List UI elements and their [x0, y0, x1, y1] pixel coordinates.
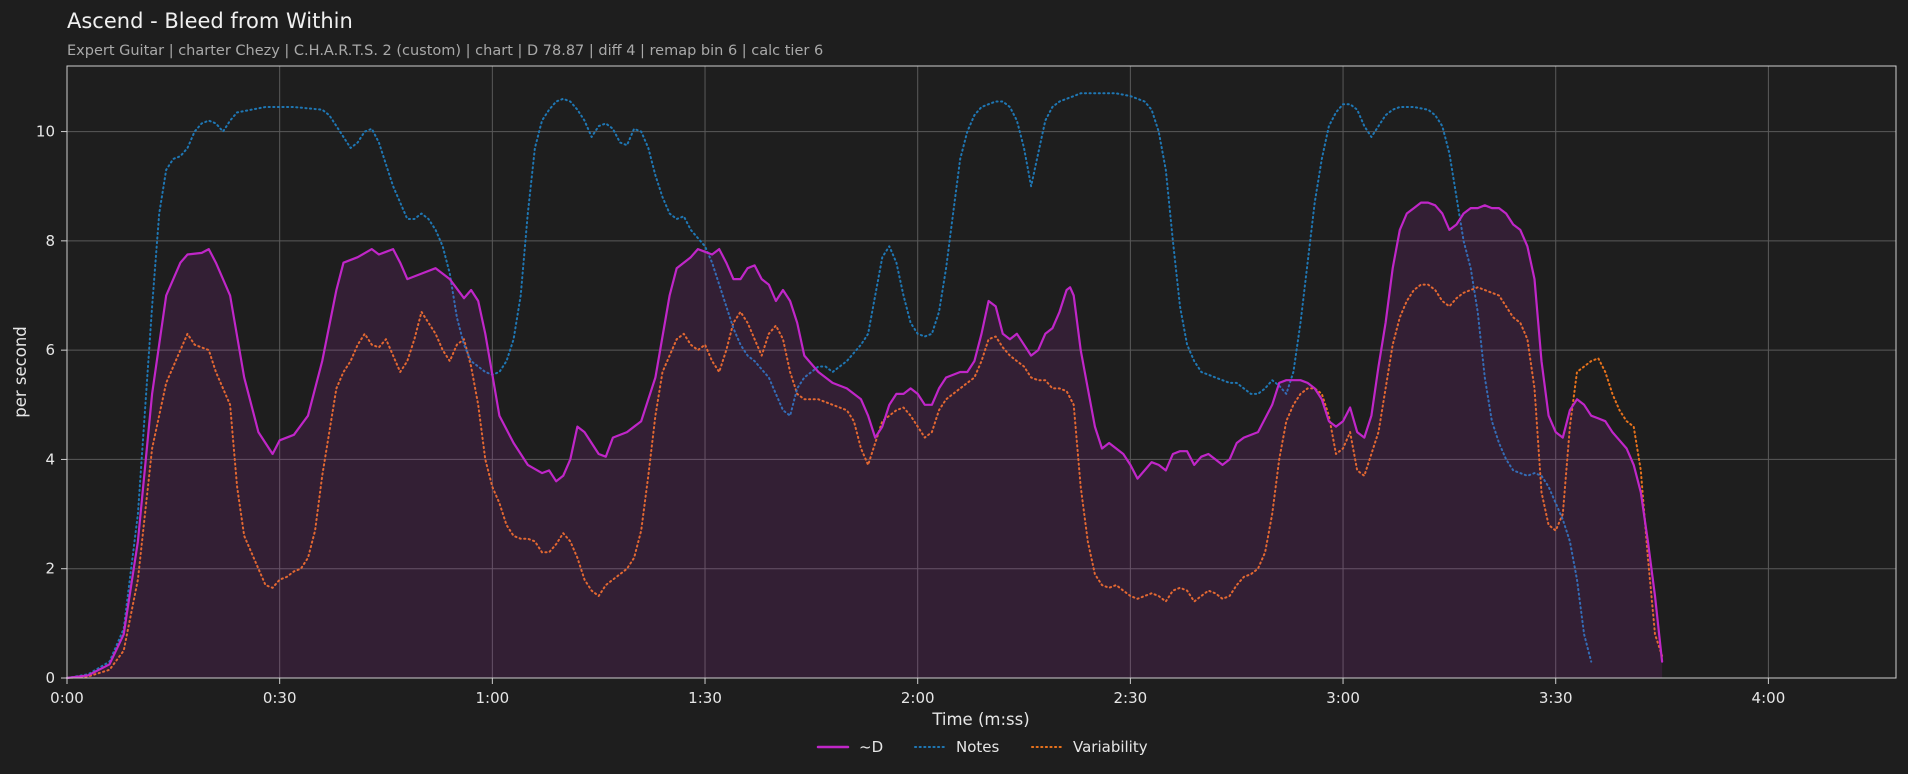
chart-title: Ascend - Bleed from Within	[67, 9, 353, 33]
legend: ~D Notes Variability	[816, 738, 1148, 756]
y-tick-label-5: 10	[36, 123, 55, 141]
x-tick-label-7: 3:30	[1539, 689, 1573, 707]
legend-label-2: Variability	[1073, 738, 1148, 756]
y-axis: 0 2 4 6 8 10	[36, 123, 67, 687]
x-tick-label-4: 2:00	[901, 689, 935, 707]
x-tick-label-0: 0:00	[50, 689, 84, 707]
y-tick-label-3: 6	[45, 341, 55, 359]
legend-label-1: Notes	[956, 738, 1000, 756]
y-tick-label-4: 8	[45, 232, 55, 250]
chart-subtitle: Expert Guitar | charter Chezy | C.H.A.R.…	[67, 43, 823, 59]
y-tick-label-2: 4	[45, 450, 55, 468]
x-tick-label-8: 4:00	[1752, 689, 1786, 707]
x-tick-label-5: 2:30	[1114, 689, 1148, 707]
y-tick-label-1: 2	[45, 560, 55, 578]
x-axis: 0:00 0:30 1:00 1:30 2:00 2:30 3:00 3:30 4:00	[50, 678, 1785, 707]
legend-label-0: ~D	[859, 738, 883, 756]
chart: Ascend - Bleed from Within Expert Guitar…	[11, 9, 1897, 756]
x-tick-label-2: 1:00	[476, 689, 510, 707]
x-tick-label-6: 3:00	[1326, 689, 1360, 707]
x-tick-label-3: 1:30	[688, 689, 722, 707]
y-axis-label: per second	[11, 326, 30, 418]
x-axis-label: Time (m:ss)	[931, 710, 1029, 729]
x-tick-label-1: 0:30	[263, 689, 297, 707]
y-tick-label-0: 0	[45, 669, 55, 687]
